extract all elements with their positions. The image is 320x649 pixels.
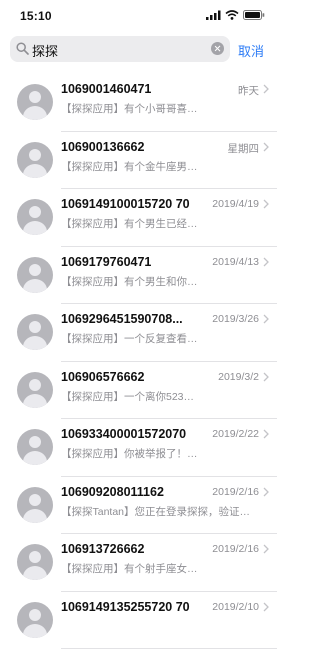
- chevron-right-icon: [263, 199, 269, 209]
- chevron-right-icon: [263, 314, 269, 324]
- search-icon: [16, 42, 29, 55]
- message-preview: 【探探应用】一个反复查看…: [61, 331, 261, 346]
- avatar: [17, 544, 53, 580]
- search-bar: 探探 取消: [0, 34, 277, 70]
- signal-icon: [206, 10, 221, 20]
- message-row[interactable]: 106909208011162 2019/2/16 【探探Tantan】您正在登录探…: [0, 477, 277, 535]
- message-date: 2019/2/22: [212, 428, 259, 440]
- message-sender: 106909208011162: [61, 485, 164, 499]
- message-sender: 106933400001572070: [61, 427, 186, 441]
- avatar: [17, 372, 53, 408]
- message-sender: 106906576662: [61, 370, 144, 384]
- chevron-right-icon: [263, 487, 269, 497]
- message-sender: 106913726662: [61, 542, 144, 556]
- message-row[interactable]: 106913726662 2019/2/16 【探探应用】有个射手座女…: [0, 534, 277, 592]
- message-date: 2019/4/19: [212, 198, 259, 210]
- message-row[interactable]: 106900136662 星期四【探探应用】有个金牛座男…: [0, 132, 277, 190]
- message-date: 2019/2/10: [212, 601, 259, 613]
- message-preview: 【探探应用】一个离你523…: [61, 389, 261, 404]
- avatar: [17, 602, 53, 638]
- message-date: 2019/3/2: [218, 371, 259, 383]
- avatar: [17, 314, 53, 350]
- status-bar: 15:10: [0, 0, 277, 34]
- message-preview: 【探探应用】你被举报了！…: [61, 446, 261, 461]
- battery-icon: [243, 10, 265, 20]
- avatar: [17, 199, 53, 235]
- message-row[interactable]: 1069296451590708... 2019/3/26 【探探应用】一个反复查看…: [0, 304, 277, 362]
- message-date: 星期四: [228, 141, 260, 156]
- search-input[interactable]: 探探: [10, 36, 230, 62]
- chevron-right-icon: [263, 84, 269, 94]
- message-sender: 1069001460471: [61, 82, 151, 96]
- message-row[interactable]: 1069001460471 昨天【探探应用】有个小哥哥喜…: [0, 74, 277, 132]
- avatar: [17, 84, 53, 120]
- status-time: 15:10: [20, 9, 52, 23]
- avatar: [17, 142, 53, 178]
- chevron-right-icon: [263, 372, 269, 382]
- message-date: 2019/4/13: [212, 256, 259, 268]
- message-row[interactable]: 106933400001572070 2019/2/22 【探探应用】你被举报了！…: [0, 419, 277, 477]
- cancel-button[interactable]: 取消: [238, 41, 264, 60]
- message-preview: 【探探应用】有个射手座女…: [61, 561, 261, 576]
- status-icons: [206, 10, 265, 20]
- chevron-right-icon: [263, 602, 269, 612]
- avatar: [17, 257, 53, 293]
- wifi-icon: [225, 10, 239, 20]
- avatar: [17, 487, 53, 523]
- message-date: 2019/2/16: [212, 486, 259, 498]
- message-preview: 【探探应用】有个金牛座男…: [61, 159, 261, 174]
- message-sender: 1069296451590708...: [61, 312, 183, 326]
- chevron-right-icon: [263, 257, 269, 267]
- message-sender: 1069149135255720 70: [61, 600, 190, 614]
- message-sender: 106900136662: [61, 140, 144, 154]
- message-preview: 【探探应用】有个男生和你…: [61, 274, 261, 289]
- message-row[interactable]: 1069149100015720 70 2019/4/19 【探探应用】有个男生已经…: [0, 189, 277, 247]
- message-row[interactable]: 1069179760471 2019/4/13 【探探应用】有个男生和你…: [0, 247, 277, 305]
- message-list: 1069001460471 昨天【探探应用】有个小哥哥喜… 106900136662…: [0, 74, 277, 649]
- clear-icon[interactable]: [211, 42, 224, 55]
- avatar: [17, 429, 53, 465]
- message-preview: 【探探应用】有个小哥哥喜…: [61, 101, 261, 116]
- message-sender: 1069149100015720 70: [61, 197, 190, 211]
- message-date: 昨天: [238, 83, 259, 98]
- message-preview: 【探探应用】有个男生已经…: [61, 216, 261, 231]
- chevron-right-icon: [263, 142, 269, 152]
- search-query: 探探: [32, 41, 58, 60]
- message-date: 2019/3/26: [212, 313, 259, 325]
- message-sender: 1069179760471: [61, 255, 151, 269]
- message-date: 2019/2/16: [212, 543, 259, 555]
- message-row[interactable]: 106906576662 2019/3/2 【探探应用】一个离你523…: [0, 362, 277, 420]
- message-preview: 【探探Tantan】您正在登录探探，验证…: [61, 504, 261, 519]
- message-row[interactable]: 1069149135255720 70 2019/2/10: [0, 592, 277, 649]
- chevron-right-icon: [263, 429, 269, 439]
- chevron-right-icon: [263, 544, 269, 554]
